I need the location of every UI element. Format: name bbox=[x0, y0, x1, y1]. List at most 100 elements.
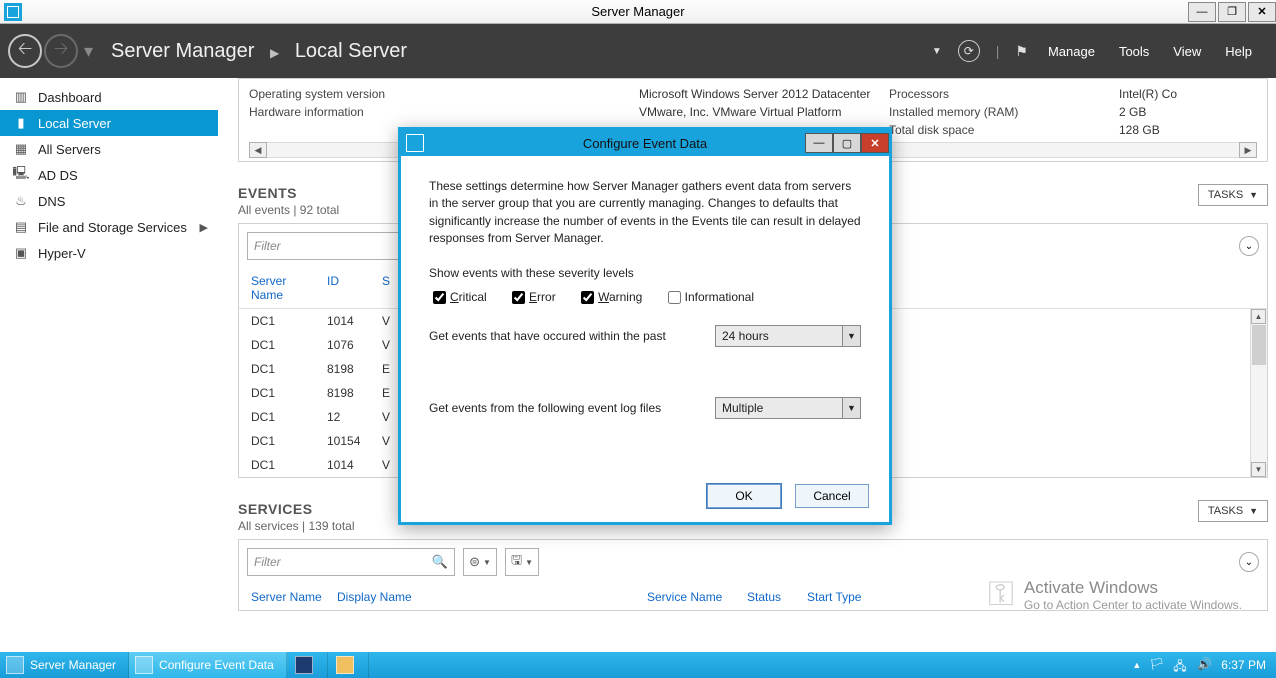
severity-label: Show events with these severity levels bbox=[429, 266, 861, 280]
sidebar-item-dns[interactable]: ♨ DNS bbox=[0, 188, 218, 214]
storage-icon: ▤ bbox=[12, 220, 30, 234]
dns-icon: ♨ bbox=[12, 194, 30, 208]
menu-view[interactable]: View bbox=[1173, 44, 1201, 59]
tasks-label: TASKS bbox=[1208, 505, 1243, 517]
checkbox-label: Informational bbox=[685, 290, 754, 304]
scroll-right-button[interactable]: ▶ bbox=[1239, 142, 1257, 158]
col-display-name[interactable]: Display Name bbox=[333, 588, 643, 606]
window-minimize-button[interactable]: — bbox=[1188, 2, 1216, 22]
prop-value[interactable]: 2 GB bbox=[1119, 105, 1257, 119]
tray-network-icon[interactable]: 🖧 bbox=[1173, 657, 1189, 673]
prop-label: Hardware information bbox=[249, 105, 639, 119]
refresh-button[interactable]: ⟳ bbox=[958, 40, 980, 62]
services-expand-button[interactable]: ⌄ bbox=[1239, 552, 1259, 572]
scroll-up-button[interactable]: ▲ bbox=[1251, 309, 1266, 324]
severity-error-checkbox[interactable]: Error bbox=[508, 288, 556, 307]
sidebar-item-ad-ds[interactable]: 🖳 AD DS bbox=[0, 162, 218, 188]
cancel-button[interactable]: Cancel bbox=[795, 484, 869, 508]
services-filter-input[interactable]: Filter 🔍 bbox=[247, 548, 455, 576]
events-vscrollbar[interactable]: ▲ ▼ bbox=[1250, 309, 1267, 477]
sidebar-item-dashboard[interactable]: ▥Dashboard bbox=[0, 84, 218, 110]
chevron-down-icon bbox=[1249, 190, 1258, 200]
sidebar-item-label: DNS bbox=[38, 194, 65, 209]
tray-show-hidden-icon[interactable]: ▲ bbox=[1132, 660, 1141, 670]
breadcrumb-page[interactable]: Local Server bbox=[295, 40, 407, 62]
system-tray[interactable]: ▲ 🏳 🖧 🔊 6:37 PM bbox=[1132, 657, 1276, 673]
col-start-type[interactable]: Start Type bbox=[803, 588, 883, 606]
window-titlebar: Server Manager — ❐ ✕ bbox=[0, 0, 1276, 24]
chevron-right-icon bbox=[200, 221, 208, 234]
watermark-line2: Go to Action Center to activate Windows. bbox=[1024, 598, 1242, 612]
ribbon-dropdown-icon[interactable]: ▼ bbox=[932, 46, 942, 57]
events-expand-button[interactable]: ⌄ bbox=[1239, 236, 1259, 256]
taskbar-label: Configure Event Data bbox=[159, 658, 274, 672]
sidebar-item-hyper-v[interactable]: ▣Hyper-V bbox=[0, 240, 218, 266]
select-value: Multiple bbox=[722, 401, 763, 415]
prop-value[interactable]: Microsoft Windows Server 2012 Datacenter bbox=[639, 87, 889, 101]
breadcrumb-root[interactable]: Server Manager bbox=[111, 40, 254, 62]
scroll-down-button[interactable]: ▼ bbox=[1251, 462, 1266, 477]
col-server-name[interactable]: Server Name bbox=[247, 272, 323, 304]
window-close-button[interactable]: ✕ bbox=[1248, 2, 1276, 22]
key-icon: ⚿ bbox=[988, 575, 1014, 614]
sidebar-item-label: AD DS bbox=[38, 168, 78, 183]
dashboard-icon: ▥ bbox=[12, 90, 30, 104]
menu-tools[interactable]: Tools bbox=[1119, 44, 1149, 59]
ok-button[interactable]: OK bbox=[707, 484, 781, 508]
services-subtitle: All services | 139 total bbox=[238, 519, 355, 533]
tray-sound-icon[interactable]: 🔊 bbox=[1197, 657, 1213, 673]
taskbar-item-server-manager[interactable]: Server Manager bbox=[0, 652, 129, 678]
filter-placeholder: Filter bbox=[254, 239, 281, 253]
col-id[interactable]: ID bbox=[323, 272, 378, 304]
taskbar-icon bbox=[135, 656, 153, 674]
taskbar-clock[interactable]: 6:37 PM bbox=[1221, 658, 1266, 672]
taskbar-item-powershell[interactable] bbox=[287, 652, 328, 678]
menu-manage[interactable]: Manage bbox=[1048, 44, 1095, 59]
search-icon[interactable]: 🔍 bbox=[432, 554, 448, 570]
prop-value[interactable]: Intel(R) Co bbox=[1119, 87, 1257, 101]
scroll-left-button[interactable]: ◀ bbox=[249, 142, 267, 158]
sidebar-item-all-servers[interactable]: ▦All Servers bbox=[0, 136, 218, 162]
tray-flag-icon[interactable]: 🏳 bbox=[1149, 657, 1165, 673]
time-period-label: Get events that have occured within the … bbox=[429, 329, 715, 343]
severity-warning-checkbox[interactable]: Warning bbox=[577, 288, 642, 307]
taskbar-label: Server Manager bbox=[30, 658, 116, 672]
menu-help[interactable]: Help bbox=[1225, 44, 1252, 59]
scroll-thumb[interactable] bbox=[1252, 325, 1266, 365]
dialog-title: Configure Event Data bbox=[401, 136, 889, 151]
prop-value[interactable]: 128 GB bbox=[1119, 123, 1257, 137]
configure-event-data-dialog: Configure Event Data — ▢ ✕ These setting… bbox=[398, 127, 892, 525]
notifications-flag-icon[interactable]: ⚑ bbox=[1015, 43, 1028, 60]
prop-label: Operating system version bbox=[249, 87, 639, 101]
taskbar-item-configure-event-data[interactable]: Configure Event Data bbox=[129, 652, 287, 678]
dialog-titlebar[interactable]: Configure Event Data — ▢ ✕ bbox=[401, 130, 889, 156]
col-server-name[interactable]: Server Name bbox=[247, 588, 333, 606]
services-tasks-button[interactable]: TASKS bbox=[1198, 500, 1268, 522]
prop-value[interactable]: VMware, Inc. VMware Virtual Platform bbox=[639, 105, 889, 119]
events-tasks-button[interactable]: TASKS bbox=[1198, 184, 1268, 206]
breadcrumb: Server Manager Local Server bbox=[111, 40, 407, 63]
taskbar-item-explorer[interactable] bbox=[328, 652, 369, 678]
severity-critical-checkbox[interactable]: Critical bbox=[429, 288, 487, 307]
chevron-down-icon bbox=[842, 398, 860, 418]
nav-back-button[interactable]: 🡠 bbox=[8, 34, 42, 68]
adds-icon: 🖳 bbox=[12, 168, 30, 182]
nav-history-dropdown[interactable]: ▾ bbox=[84, 41, 93, 62]
col-status[interactable]: Status bbox=[743, 588, 803, 606]
watermark-line1: Activate Windows bbox=[1024, 578, 1242, 598]
sidebar-item-label: Local Server bbox=[38, 116, 111, 131]
nav-forward-button[interactable]: 🡢 bbox=[44, 34, 78, 68]
services-filter-options-button[interactable]: ⊜ bbox=[463, 548, 497, 576]
server-icon: ▮ bbox=[12, 116, 30, 130]
sidebar-item-local-server[interactable]: ▮ Local Server bbox=[0, 110, 218, 136]
window-maximize-button[interactable]: ❐ bbox=[1218, 2, 1246, 22]
col-service-name[interactable]: Service Name bbox=[643, 588, 743, 606]
sidebar-item-label: File and Storage Services bbox=[38, 220, 187, 235]
sidebar-item-file-storage[interactable]: ▤ File and Storage Services bbox=[0, 214, 218, 240]
log-files-select[interactable]: Multiple bbox=[715, 397, 861, 419]
activate-windows-watermark: ⚿ Activate Windows Go to Action Center t… bbox=[988, 575, 1242, 614]
taskbar[interactable]: Server Manager Configure Event Data ▲ 🏳 … bbox=[0, 652, 1276, 678]
severity-informational-checkbox[interactable]: Informational bbox=[664, 288, 754, 307]
services-save-query-button[interactable]: 🖫 bbox=[505, 548, 539, 576]
time-period-select[interactable]: 24 hours bbox=[715, 325, 861, 347]
